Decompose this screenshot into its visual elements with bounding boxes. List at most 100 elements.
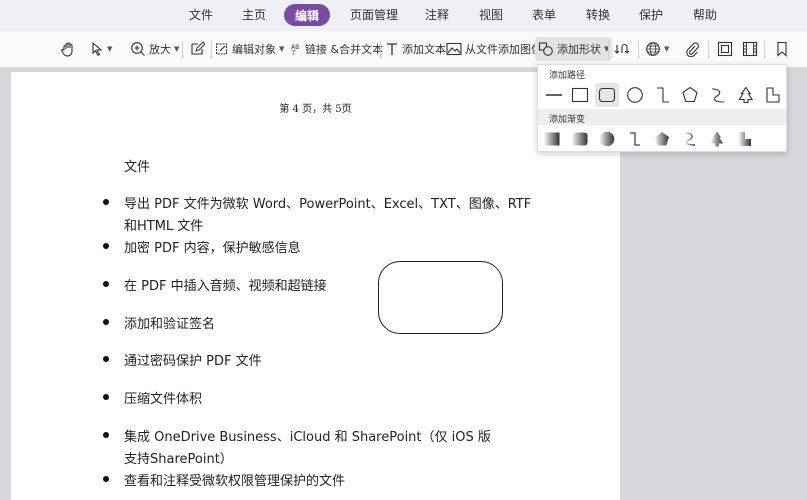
chevron-down-icon: ▼	[664, 45, 670, 53]
link-merge-label: 链接 &合并文本	[305, 43, 384, 56]
toolbar-divider	[380, 41, 381, 59]
menu-bar: 文件 主页 编辑 页面管理 注释 视图 表单 转换 保护 帮助	[0, 0, 807, 31]
menu-convert[interactable]: 转换	[586, 6, 610, 23]
page-number: 第 4 页，共 5页	[279, 104, 352, 115]
shape-icon	[538, 42, 553, 56]
curve-icon	[711, 88, 725, 103]
bullet-dot	[103, 476, 109, 482]
gradient-pentagon-shape-button[interactable]	[650, 127, 674, 151]
list-item[interactable]: 通过密码保护 PDF 文件	[124, 350, 262, 369]
hand-tool-button[interactable]	[60, 37, 76, 61]
list-item[interactable]: 加密 PDF 内容，保护敏感信息	[124, 237, 301, 256]
pentagon-shape-button[interactable]	[678, 83, 702, 107]
frame-icon	[717, 41, 733, 57]
chevron-down-icon: ▼	[174, 45, 180, 53]
gradient-tree-icon	[710, 131, 723, 147]
rounded-rectangle-shape-button[interactable]	[595, 83, 619, 107]
edit-page-icon	[191, 41, 205, 55]
edit-object-label: 编辑对象	[232, 43, 276, 56]
watermark-button[interactable]	[717, 37, 733, 61]
edit-text-button[interactable]	[189, 37, 205, 61]
toolbar-divider	[608, 41, 609, 59]
curve-shape-button[interactable]	[706, 83, 730, 107]
list-item[interactable]: 压缩文件体积	[124, 388, 202, 407]
toolbar-divider	[638, 41, 639, 59]
image-icon	[446, 42, 462, 56]
menu-view[interactable]: 视图	[479, 6, 503, 23]
menu-file[interactable]: 文件	[189, 6, 213, 23]
tree-icon	[738, 86, 753, 104]
media-button[interactable]	[742, 37, 758, 61]
chevron-down-icon: ▼	[279, 45, 285, 53]
add-shape-button[interactable]: 添加形状 ▼	[535, 37, 613, 61]
l-shape-button[interactable]	[761, 83, 785, 107]
gradient-curve-shape-button[interactable]	[678, 127, 702, 151]
transform-button[interactable]	[614, 37, 632, 61]
menu-page-management[interactable]: 页面管理	[350, 6, 398, 23]
zoom-in-button[interactable]: 放大 ▼	[130, 37, 179, 61]
add-image-button[interactable]: 从文件添加图像	[446, 37, 542, 61]
list-item[interactable]: 集成 OneDrive Business、iCloud 和 SharePoint…	[124, 426, 491, 445]
toolbar-divider	[708, 41, 709, 59]
edit-object-button[interactable]: 编辑对象 ▼	[215, 37, 284, 61]
menu-edit[interactable]: 编辑	[284, 4, 331, 26]
bookmark-button[interactable]	[775, 37, 789, 61]
menu-protect[interactable]: 保护	[639, 6, 663, 23]
rounded-rectangle-shape[interactable]	[378, 261, 503, 334]
menu-form[interactable]: 表单	[532, 6, 556, 23]
bullet-dot	[103, 432, 109, 438]
toolbar-divider	[764, 41, 765, 59]
toolbar: ▼ 放大 ▼ 编辑对象 ▼ AB T 链接 &合并文本 添加文本 从文件添加图像 …	[0, 31, 807, 68]
step-line-shape-button[interactable]	[651, 83, 675, 107]
rectangle-icon	[571, 87, 589, 103]
link-merge-text-button[interactable]: AB T 链接 &合并文本	[290, 37, 383, 61]
gradient-tree-shape-button[interactable]	[705, 127, 729, 151]
gradient-section-title: 添加渐变	[549, 115, 586, 125]
gradient-step-line-shape-button[interactable]	[623, 127, 647, 151]
list-item-continuation[interactable]: 支持SharePoint）	[124, 448, 233, 467]
merge-text-icon: ABT	[291, 44, 299, 57]
list-item[interactable]: 导出 PDF 文件为微软 Word、PowerPoint、Excel、TXT、图…	[124, 193, 531, 212]
gradient-rounded-rectangle-shape-button[interactable]	[568, 127, 592, 151]
gradient-l-shape-icon	[739, 132, 751, 146]
circle-icon	[627, 87, 643, 103]
select-tool-button[interactable]: ▼	[90, 37, 112, 61]
gradient-rectangle-icon	[544, 132, 560, 146]
gradient-pentagon-icon	[655, 132, 669, 146]
menu-help[interactable]: 帮助	[693, 6, 717, 23]
gradient-circle-icon	[599, 131, 615, 147]
gradient-l-shape-button[interactable]	[733, 127, 757, 151]
web-link-button[interactable]: ▼	[645, 37, 669, 61]
list-item[interactable]: 添加和验证签名	[124, 313, 215, 332]
rotate-arrows-icon	[614, 43, 630, 54]
circle-shape-button[interactable]	[623, 83, 647, 107]
step-line-icon	[657, 87, 669, 103]
bullet-dot	[103, 243, 109, 249]
rounded-rectangle-icon	[598, 87, 616, 103]
bullet-dot	[103, 319, 109, 325]
toolbar-divider	[182, 41, 183, 59]
attachment-button[interactable]	[684, 37, 700, 61]
add-shape-dropdown: 添加路径 添加渐变	[537, 64, 787, 152]
section-heading[interactable]: 文件	[124, 156, 150, 175]
svg-text:T: T	[291, 50, 296, 57]
tree-shape-button[interactable]	[734, 83, 758, 107]
list-item-continuation[interactable]: 和HTML 文件	[124, 215, 203, 234]
add-text-button[interactable]: 添加文本	[385, 37, 446, 61]
list-item[interactable]: 在 PDF 中插入音频、视频和超链接	[124, 275, 327, 294]
gradient-step-line-icon	[630, 132, 640, 146]
rectangle-shape-button[interactable]	[568, 83, 592, 107]
list-item[interactable]: 查看和注释受微软权限管理保护的文件	[124, 470, 345, 489]
path-shape-row	[538, 83, 786, 107]
menu-comment[interactable]: 注释	[425, 6, 449, 23]
menu-home[interactable]: 主页	[242, 6, 266, 23]
path-section-title: 添加路径	[549, 71, 586, 81]
zoom-in-icon	[131, 42, 145, 56]
document-page: 第 4 页，共 5页 文件 导出 PDF 文件为微软 Word、PowerPoi…	[11, 72, 620, 500]
globe-icon	[646, 42, 660, 56]
gradient-rounded-rectangle-icon	[572, 132, 588, 146]
gradient-circle-shape-button[interactable]	[595, 127, 619, 151]
hand-icon	[61, 42, 73, 57]
gradient-rectangle-shape-button[interactable]	[540, 127, 564, 151]
line-shape-button[interactable]	[542, 83, 566, 107]
